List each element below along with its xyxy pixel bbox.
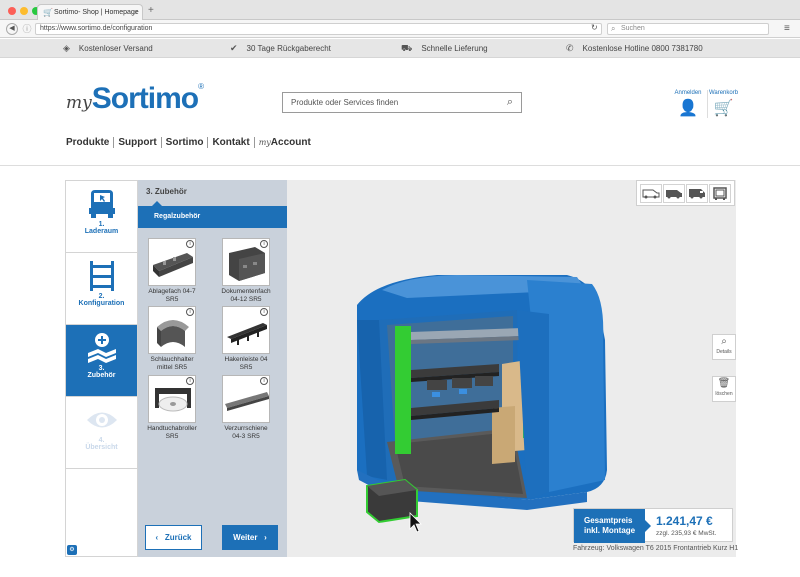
user-icon: 👤: [678, 100, 698, 117]
3d-viewer[interactable]: [287, 180, 736, 557]
product-verzurrschiene[interactable]: i Verzurrschiene 04-3 SR5: [214, 375, 278, 441]
truck-icon: ⛟: [401, 43, 413, 53]
vehicle-info: Fahrzeug: Volkswagen T6 2015 Frontantrie…: [573, 545, 739, 552]
trash-icon: 🗑: [717, 378, 731, 389]
info-icon[interactable]: i: [260, 240, 268, 248]
info-icon[interactable]: i: [186, 240, 194, 248]
price-label: Gesamtpreis inkl. Montage: [574, 509, 651, 543]
close-window-button[interactable]: [8, 7, 16, 15]
van-front-icon: [66, 181, 137, 221]
product-dokumentenfach[interactable]: i Dokumentenfach 04-12 SR5: [214, 238, 278, 304]
browser-search-input[interactable]: ⌕ Suchen: [607, 23, 769, 35]
price-box: Gesamtpreis inkl. Montage 1.241,47 € zzg…: [573, 508, 733, 543]
info-icon[interactable]: i: [260, 377, 268, 385]
nav-item-account[interactable]: myAccount: [255, 137, 315, 148]
info-icon[interactable]: i: [260, 308, 268, 316]
new-tab-icon[interactable]: +: [148, 5, 154, 16]
info-icon[interactable]: i: [186, 308, 194, 316]
nav-item-sortimo[interactable]: Sortimo: [161, 137, 209, 148]
shelf-icon: [66, 253, 137, 293]
hamburger-menu-icon[interactable]: ≡: [784, 23, 790, 34]
van-3d-model[interactable]: [287, 180, 736, 557]
product-ablagefach[interactable]: i Ablagefach 04-7 SR5: [140, 238, 204, 304]
tab-close-icon[interactable]: ×: [133, 5, 138, 20]
browser-toolbar: ◀ ⓘ https://www.sortimo.de/configuration…: [0, 20, 800, 38]
back-button[interactable]: ‹ Zurück: [145, 525, 202, 550]
view-side-solid-icon[interactable]: [663, 184, 685, 203]
accessory-panel-title: 3. Zubehör: [146, 187, 187, 196]
product-schlauchhalter[interactable]: i Schlauchhalter mittel SR5: [140, 306, 204, 372]
view-front-side-icon[interactable]: [686, 184, 708, 203]
mysortimo-logo[interactable]: mySortimo®: [66, 82, 204, 118]
product-thumbnail[interactable]: i: [222, 375, 270, 423]
product-thumbnail[interactable]: i: [222, 238, 270, 286]
nav-item-kontakt[interactable]: Kontakt: [208, 137, 255, 148]
step-konfiguration[interactable]: 2. Konfiguration: [66, 253, 137, 325]
product-thumbnail[interactable]: i: [148, 306, 196, 354]
add-accessory-icon: [66, 325, 137, 365]
back-arrow-icon[interactable]: ◀: [6, 23, 18, 35]
search-icon[interactable]: ⌕: [507, 93, 513, 112]
usp-bar: ◈ Kostenloser Versand ✔ 30 Tage Rückgabere…: [0, 39, 800, 58]
product-thumbnail[interactable]: i: [148, 238, 196, 286]
cart-button[interactable]: Warenkorb 🛒: [707, 90, 739, 118]
phone-icon: ✆: [566, 43, 574, 53]
product-thumbnail[interactable]: i: [222, 306, 270, 354]
view-angle-selector: [636, 180, 735, 206]
usp-item: ✔ 30 Tage Rückgaberecht: [230, 43, 331, 53]
usp-item: ◈ Kostenloser Versand: [63, 43, 153, 53]
product-handtuchabroller[interactable]: i Handtuchabroller SR5: [140, 375, 204, 441]
step-zubehoer[interactable]: 3. Zubehör: [66, 325, 137, 397]
total-price: 1.241,47 €: [656, 514, 713, 528]
view-rear-icon[interactable]: [709, 184, 731, 203]
main-navigation: Produkte Support Sortimo Kontakt myAccount: [66, 137, 315, 151]
header-divider: [0, 165, 800, 166]
next-button[interactable]: Weiter ›: [222, 525, 278, 550]
eye-icon: [66, 397, 137, 437]
step-laderaum[interactable]: 1. Laderaum: [66, 181, 137, 253]
browser-tab-title: Sortimo- Shop | Homepage: [54, 9, 139, 16]
browser-tab[interactable]: 🛒 Sortimo- Shop | Homepage ×: [37, 4, 143, 20]
magnifier-icon: ⌕: [721, 336, 727, 347]
usp-item: ⛟ Schnelle Lieferung: [401, 43, 488, 53]
search-icon: ⌕: [611, 24, 616, 33]
view-side-icon[interactable]: [640, 184, 662, 203]
tab-regalzubehoer[interactable]: Regalzubehör: [138, 201, 287, 228]
info-icon[interactable]: i: [186, 377, 194, 385]
browser-tab-strip: 🛒 Sortimo- Shop | Homepage × +: [0, 0, 800, 20]
check-icon: ✔: [230, 43, 238, 53]
product-hakenleiste[interactable]: i Hakenleiste 04 SR5: [214, 306, 278, 372]
address-bar[interactable]: https://www.sortimo.de/configuration: [35, 23, 602, 35]
product-search-input[interactable]: Produkte oder Services finden ⌕: [282, 92, 522, 113]
product-thumbnail[interactable]: i: [148, 375, 196, 423]
reload-icon[interactable]: ↻: [591, 23, 598, 32]
step-sidebar: 1. Laderaum 2. Konfiguration 3. Zubehör …: [65, 180, 138, 557]
delete-button[interactable]: 🗑 löschen: [712, 376, 736, 402]
nav-item-support[interactable]: Support: [114, 137, 162, 148]
step-uebersicht: 4. Übersicht: [66, 397, 137, 469]
info-icon[interactable]: ⓘ: [21, 23, 33, 35]
accessory-panel: 3. Zubehör Regalzubehör i Ablagefach 04-…: [138, 180, 287, 557]
details-button[interactable]: ⌕ Details: [712, 334, 736, 360]
nav-item-produkte[interactable]: Produkte: [66, 137, 115, 148]
usp-item: ✆ Kostenlose Hotline 0800 7381780: [566, 43, 703, 53]
box-icon: ◈: [63, 43, 70, 53]
help-icon[interactable]: ⚙: [67, 545, 77, 555]
minimize-window-button[interactable]: [20, 7, 28, 15]
login-button[interactable]: Anmelden 👤: [673, 90, 703, 118]
cart-icon: 🛒: [713, 100, 734, 117]
cart-favicon-icon: 🛒: [43, 8, 53, 17]
vat-amount: zzgl. 235,93 € MwSt.: [656, 530, 717, 537]
